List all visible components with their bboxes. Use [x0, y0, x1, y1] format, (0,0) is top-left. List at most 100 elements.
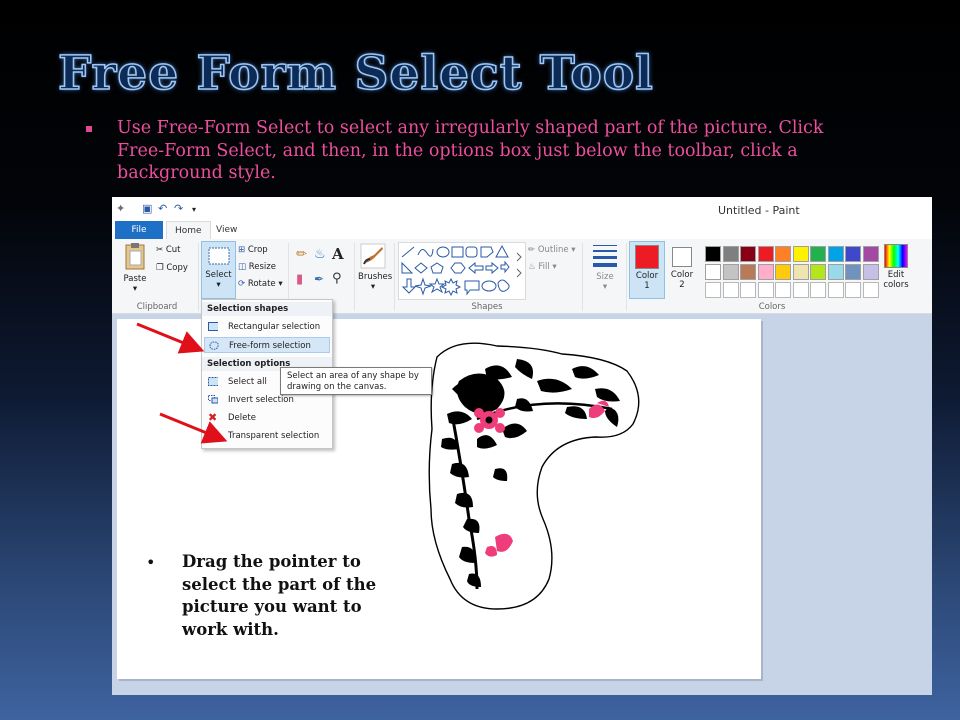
- brush-icon: [360, 243, 386, 269]
- caption-text: Drag the pointer to select the part of t…: [182, 552, 377, 639]
- bullet-square-icon: [86, 126, 92, 132]
- palette-color-swatch[interactable]: [792, 264, 809, 280]
- crop-button[interactable]: ⊞ Crop: [238, 245, 268, 255]
- select-button[interactable]: Select ▾: [201, 241, 236, 299]
- brushes-label: Brushes: [358, 272, 393, 282]
- palette-color-swatch[interactable]: [722, 246, 739, 262]
- palette-color-swatch[interactable]: [775, 264, 791, 280]
- color1-button[interactable]: Color 1: [629, 241, 665, 299]
- title-bar: ✦ ▣ ↶ ↷ ▾ Untitled - Paint: [112, 197, 932, 221]
- palette-color-swatch[interactable]: [810, 246, 826, 262]
- palette-color-swatch[interactable]: [862, 264, 879, 280]
- redo-icon[interactable]: ↷: [174, 202, 183, 215]
- palette-color-swatch[interactable]: [827, 264, 844, 280]
- palette-empty-swatch[interactable]: [845, 282, 861, 298]
- brushes-dropdown-icon: ▾: [370, 282, 376, 292]
- menu-item-rectangular-selection[interactable]: Rectangular selection: [204, 319, 330, 335]
- edit-colors-button[interactable]: Edit colors: [878, 241, 914, 290]
- freeform-select-icon: [209, 341, 219, 350]
- palette-color-swatch[interactable]: [810, 264, 826, 280]
- scissors-icon: ✂: [156, 245, 164, 255]
- shapes-gallery[interactable]: [398, 242, 526, 300]
- ribbon-separator: [626, 243, 627, 311]
- palette-empty-swatch[interactable]: [827, 282, 844, 298]
- paste-label: Paste: [123, 274, 147, 284]
- eraser-icon[interactable]: ▮: [296, 272, 303, 287]
- intro-text: Use Free-Form Select to select any irreg…: [117, 118, 824, 183]
- outline-label: Outline: [537, 245, 569, 255]
- save-icon[interactable]: ▣: [142, 202, 152, 215]
- rotate-icon: ⟳: [238, 279, 246, 289]
- select-all-icon: [208, 377, 218, 386]
- palette-color-swatch[interactable]: [757, 264, 774, 280]
- color-picker-icon[interactable]: ✒: [314, 272, 324, 286]
- resize-icon: ◫: [238, 262, 247, 272]
- palette-color-swatch[interactable]: [862, 246, 879, 262]
- ribbon-separator: [198, 243, 199, 311]
- rotate-button[interactable]: ⟳ Rotate ▾: [238, 279, 283, 289]
- menu-header-selection-shapes: Selection shapes: [202, 302, 332, 316]
- palette-empty-swatch[interactable]: [740, 282, 756, 298]
- text-tool-icon[interactable]: A: [332, 245, 344, 263]
- menu-item-free-form-selection[interactable]: Free-form selection: [204, 337, 330, 353]
- invert-selection-icon: [208, 395, 218, 404]
- cut-label: Cut: [165, 245, 181, 255]
- select-label: Select: [205, 270, 232, 280]
- select-all-label: Select all: [228, 377, 267, 387]
- color1-label-line1: Color: [635, 271, 659, 281]
- palette-empty-swatch[interactable]: [810, 282, 826, 298]
- paste-button[interactable]: Paste ▾: [118, 241, 152, 294]
- color2-button[interactable]: Color 2: [665, 241, 699, 290]
- delete-x-icon: ✖: [208, 411, 218, 424]
- palette-color-swatch[interactable]: [827, 246, 844, 262]
- freeform-selection-label: Free-form selection: [229, 341, 311, 351]
- fill-icon: ♨: [528, 262, 536, 272]
- palette-empty-swatch[interactable]: [705, 282, 721, 298]
- paste-icon: [125, 243, 145, 270]
- pencil-icon[interactable]: ✏: [296, 247, 307, 262]
- window-title: Untitled - Paint: [718, 204, 800, 217]
- tab-file[interactable]: File: [115, 221, 163, 239]
- magnifier-icon[interactable]: ⚲: [332, 271, 342, 286]
- fill-button[interactable]: ♨ Fill ▾: [528, 262, 557, 272]
- brushes-button[interactable]: Brushes ▾: [358, 243, 393, 292]
- copy-icon: ❐: [156, 263, 164, 273]
- rect-selection-label: Rectangular selection: [228, 322, 321, 332]
- size-label: Size: [596, 272, 614, 282]
- undo-icon[interactable]: ↶: [158, 202, 167, 215]
- copy-button[interactable]: ❐ Copy: [156, 263, 188, 273]
- menu-item-delete[interactable]: ✖ Delete: [204, 410, 330, 426]
- outline-button[interactable]: ✏ Outline ▾: [528, 245, 576, 255]
- palette-empty-swatch[interactable]: [757, 282, 774, 298]
- tab-home[interactable]: Home: [166, 221, 211, 240]
- palette-empty-swatch[interactable]: [775, 282, 791, 298]
- copy-label: Copy: [166, 263, 188, 273]
- resize-button[interactable]: ◫ Resize: [238, 262, 276, 272]
- palette-color-swatch[interactable]: [740, 246, 756, 262]
- shapes-gallery-icons: [401, 244, 522, 297]
- palette-color-swatch[interactable]: [705, 264, 721, 280]
- transparent-selection-label: Transparent selection: [228, 431, 320, 441]
- fill-dropdown-icon: ▾: [552, 262, 557, 272]
- palette-color-swatch[interactable]: [775, 246, 791, 262]
- customize-toolbar-icon[interactable]: ▾: [192, 205, 196, 214]
- shapes-group-label: Shapes: [471, 302, 503, 312]
- palette-color-swatch[interactable]: [845, 264, 861, 280]
- palette-color-swatch[interactable]: [722, 264, 739, 280]
- color1-swatch: [635, 245, 659, 269]
- palette-empty-swatch[interactable]: [862, 282, 879, 298]
- size-button[interactable]: Size ▾: [588, 241, 622, 292]
- cut-button[interactable]: ✂ Cut: [156, 245, 180, 255]
- palette-color-swatch[interactable]: [705, 246, 721, 262]
- tab-view[interactable]: View: [208, 221, 245, 239]
- menu-item-transparent-selection[interactable]: Transparent selection: [204, 428, 330, 444]
- palette-color-swatch[interactable]: [757, 246, 774, 262]
- invert-selection-label: Invert selection: [228, 395, 294, 405]
- size-dropdown-icon: ▾: [602, 282, 608, 292]
- palette-color-swatch[interactable]: [740, 264, 756, 280]
- palette-empty-swatch[interactable]: [792, 282, 809, 298]
- palette-empty-swatch[interactable]: [722, 282, 739, 298]
- palette-color-swatch[interactable]: [792, 246, 809, 262]
- fill-bucket-icon[interactable]: ♨: [314, 247, 326, 262]
- palette-color-swatch[interactable]: [845, 246, 861, 262]
